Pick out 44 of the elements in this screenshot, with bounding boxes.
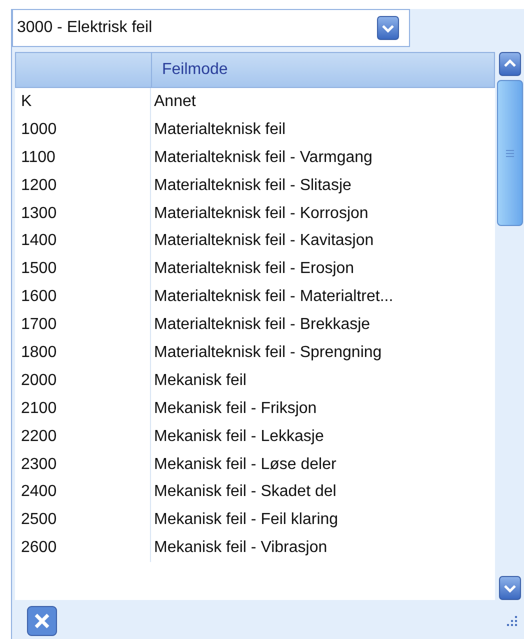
grip-icon <box>506 150 514 156</box>
scroll-thumb[interactable] <box>496 80 523 226</box>
table-cell-text: Materialteknisk feil - Materialtret... <box>153 288 394 306</box>
table-cell-text: Materialteknisk feil <box>153 120 286 139</box>
table-cell: 2600 <box>15 534 151 562</box>
column-header: Feilmode <box>161 60 228 80</box>
table-cell: 1500 <box>15 255 151 284</box>
table-cell-text: Materialteknisk feil - Brekkasje <box>153 316 370 334</box>
table-cell: 2300 <box>15 450 151 478</box>
table-cell: 2400 <box>15 478 151 506</box>
table-cell-text: Mekanisk feil - Feil klaring <box>153 511 338 530</box>
close-icon[interactable] <box>27 606 57 636</box>
table-cell-text: Mekanisk feil - Friksjon <box>153 400 317 418</box>
table-cell: 2000 <box>15 366 151 395</box>
table-cell-text: Mekanisk feil <box>153 372 246 390</box>
table-cell-text: Materialteknisk feil - Korrosjon <box>153 204 368 222</box>
resize-grip-icon[interactable] <box>506 615 518 627</box>
table-cell: 1300 <box>15 200 151 228</box>
table-cell-text: Mekanisk feil - Lekkasje <box>153 428 324 446</box>
table-cell: 1700 <box>15 311 151 340</box>
table-cell: 2500 <box>15 506 151 534</box>
table-cell-text: Mekanisk feil - Skadet del <box>153 483 336 502</box>
table-cell-text: Materialteknisk feil - Slitasje <box>153 176 352 195</box>
table-cell: 1000 <box>15 116 151 144</box>
vertical-scrollbar[interactable] <box>495 52 524 600</box>
table-cell: 1800 <box>15 339 151 367</box>
table-cell-text: Mekanisk feil - Vibrasjon <box>153 539 328 558</box>
table-cell-text: Materialteknisk feil - Erosjon <box>153 260 354 278</box>
dropdown-field[interactable]: 3000 - Elektrisk feil <box>12 9 410 47</box>
table-cell-text: Mekanisk feil - Løse deler <box>153 456 336 474</box>
table-cell-text: Materialteknisk feil - Sprengning <box>153 344 382 362</box>
scroll-down-icon[interactable] <box>498 576 521 600</box>
table-cell-text: Annet <box>153 92 196 111</box>
dropdown-caret-icon[interactable] <box>377 16 399 40</box>
table-cell: 1600 <box>15 283 151 312</box>
table-cell: K <box>15 88 151 116</box>
table-cell: 2100 <box>15 394 151 423</box>
table-cell: 1200 <box>15 172 151 200</box>
table-cell: 1100 <box>15 144 151 172</box>
table-cell-text: Materialteknisk feil - Kavitasjon <box>153 232 374 250</box>
table-cell: 2200 <box>15 422 151 451</box>
scroll-up-icon[interactable] <box>498 52 521 76</box>
table-cell-text: Materialteknisk feil - Varmgang <box>153 148 372 167</box>
table-cell: 1400 <box>15 227 151 256</box>
